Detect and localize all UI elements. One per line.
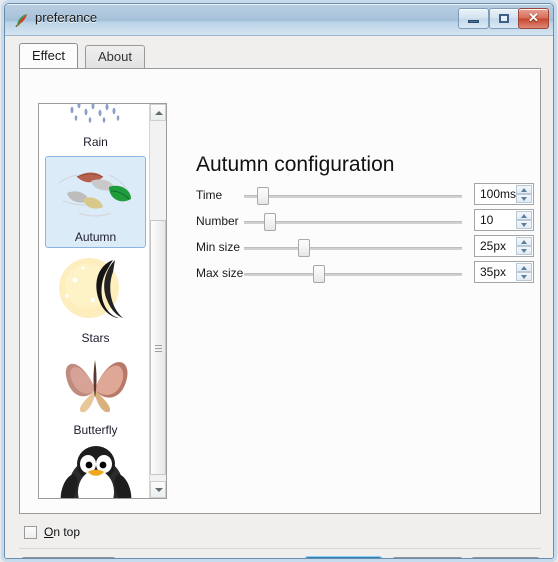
minimize-button[interactable] [458, 8, 489, 29]
footer-divider [19, 548, 541, 549]
list-item-rain[interactable]: Rain [45, 104, 146, 152]
spinbox-value: 10 [480, 213, 494, 227]
spinbox-value: 35px [480, 265, 507, 279]
triangle-down-icon [521, 223, 527, 227]
maximize-button[interactable] [489, 8, 520, 29]
close-button[interactable]: ✕ [518, 8, 549, 29]
stars-icon [58, 258, 123, 318]
slider-handle[interactable] [257, 187, 269, 205]
grip-line [155, 345, 162, 346]
spin-down-button[interactable] [516, 272, 532, 281]
minimize-icon [468, 20, 479, 23]
grip-line [155, 348, 162, 349]
spin-down-button[interactable] [516, 246, 532, 255]
slider-handle[interactable] [264, 213, 276, 231]
setting-label: Number [196, 214, 239, 228]
list-item-autumn[interactable]: Autumn [45, 156, 146, 248]
spinbox-buttons [516, 237, 532, 255]
triangle-up-icon [521, 240, 527, 244]
number-slider[interactable] [244, 211, 462, 233]
window-title: preferance [35, 10, 98, 25]
on-top-label-rest: n top [53, 525, 81, 539]
list-item-penguin[interactable] [45, 442, 146, 498]
triangle-down-icon [521, 249, 527, 253]
setting-label: Time [196, 188, 223, 202]
min-size-spinbox[interactable]: 25px [474, 235, 534, 257]
spinbox-value: 25px [480, 239, 507, 253]
autumn-leaves-icon [58, 172, 131, 217]
scrollbar-thumb[interactable] [150, 220, 166, 475]
list-item-label: Butterfly [73, 423, 118, 437]
cancel-button[interactable]: Cancel [392, 557, 463, 558]
max-size-slider[interactable] [244, 263, 462, 285]
triangle-down-icon [521, 197, 527, 201]
titlebar-highlight [5, 4, 553, 5]
tab-panel-effect: Rain Autumn Stars Butterfly Autumn confi… [19, 68, 541, 514]
title-bar: preferance ✕ [5, 4, 553, 36]
triangle-up-icon [521, 188, 527, 192]
on-top-checkbox[interactable] [24, 526, 37, 539]
leaf-icon [15, 14, 27, 28]
penguin-icon [60, 446, 131, 498]
list-item-label: Autumn [74, 230, 117, 244]
triangle-up-icon [521, 214, 527, 218]
spinbox-buttons [516, 263, 532, 281]
spin-up-button[interactable] [516, 185, 532, 194]
rain-icon [70, 104, 119, 123]
spin-down-button[interactable] [516, 194, 532, 203]
scroll-down-button[interactable] [150, 481, 166, 498]
spinbox-buttons [516, 211, 532, 229]
preference-window: preferance ✕ Effect About Rain Autumn St… [4, 3, 554, 559]
config-title: Autumn configuration [196, 153, 395, 176]
chevron-up-icon [155, 111, 163, 115]
tab-about[interactable]: About [85, 45, 145, 68]
slider-groove [244, 247, 462, 250]
list-item-label: Rain [83, 135, 108, 149]
setting-label: Max size [196, 266, 244, 280]
tab-effect[interactable]: Effect [19, 43, 79, 68]
window-body: Effect About Rain Autumn Stars Butterfly… [5, 36, 553, 558]
max-size-spinbox[interactable]: 35px [474, 261, 534, 283]
spin-down-button[interactable] [516, 220, 532, 229]
list-item-butterfly[interactable]: Butterfly [45, 346, 146, 440]
effect-list[interactable]: Rain Autumn Stars Butterfly [38, 103, 167, 499]
list-item-stars[interactable]: Stars [45, 252, 146, 348]
on-top-label: On top [44, 525, 80, 539]
slider-handle[interactable] [313, 265, 325, 283]
min-size-slider[interactable] [244, 237, 462, 259]
time-spinbox[interactable]: 100ms [474, 183, 534, 205]
slider-groove [244, 273, 462, 276]
chevron-down-icon [155, 488, 163, 492]
spinbox-value: 100ms [480, 187, 517, 201]
maximize-icon [499, 14, 509, 23]
close-icon: ✕ [528, 10, 539, 25]
slider-groove [244, 195, 462, 198]
triangle-down-icon [521, 275, 527, 279]
triangle-up-icon [521, 266, 527, 270]
spinbox-buttons [516, 185, 532, 203]
grip-line [155, 351, 162, 352]
spin-up-button[interactable] [516, 263, 532, 272]
scroll-up-button[interactable] [150, 104, 166, 121]
apply-button[interactable]: Apply [471, 557, 540, 558]
spin-up-button[interactable] [516, 237, 532, 246]
restore-defaults-button[interactable]: Restore Defaults [21, 557, 116, 558]
ok-button[interactable]: OK [305, 557, 382, 558]
butterfly-icon [65, 360, 128, 413]
time-slider[interactable] [244, 185, 462, 207]
setting-label: Min size [196, 240, 241, 254]
slider-groove [244, 221, 462, 224]
effect-list-scrollbar[interactable] [149, 104, 166, 498]
spin-up-button[interactable] [516, 211, 532, 220]
number-spinbox[interactable]: 10 [474, 209, 534, 231]
slider-handle[interactable] [298, 239, 310, 257]
on-top-accel: O [44, 525, 54, 539]
